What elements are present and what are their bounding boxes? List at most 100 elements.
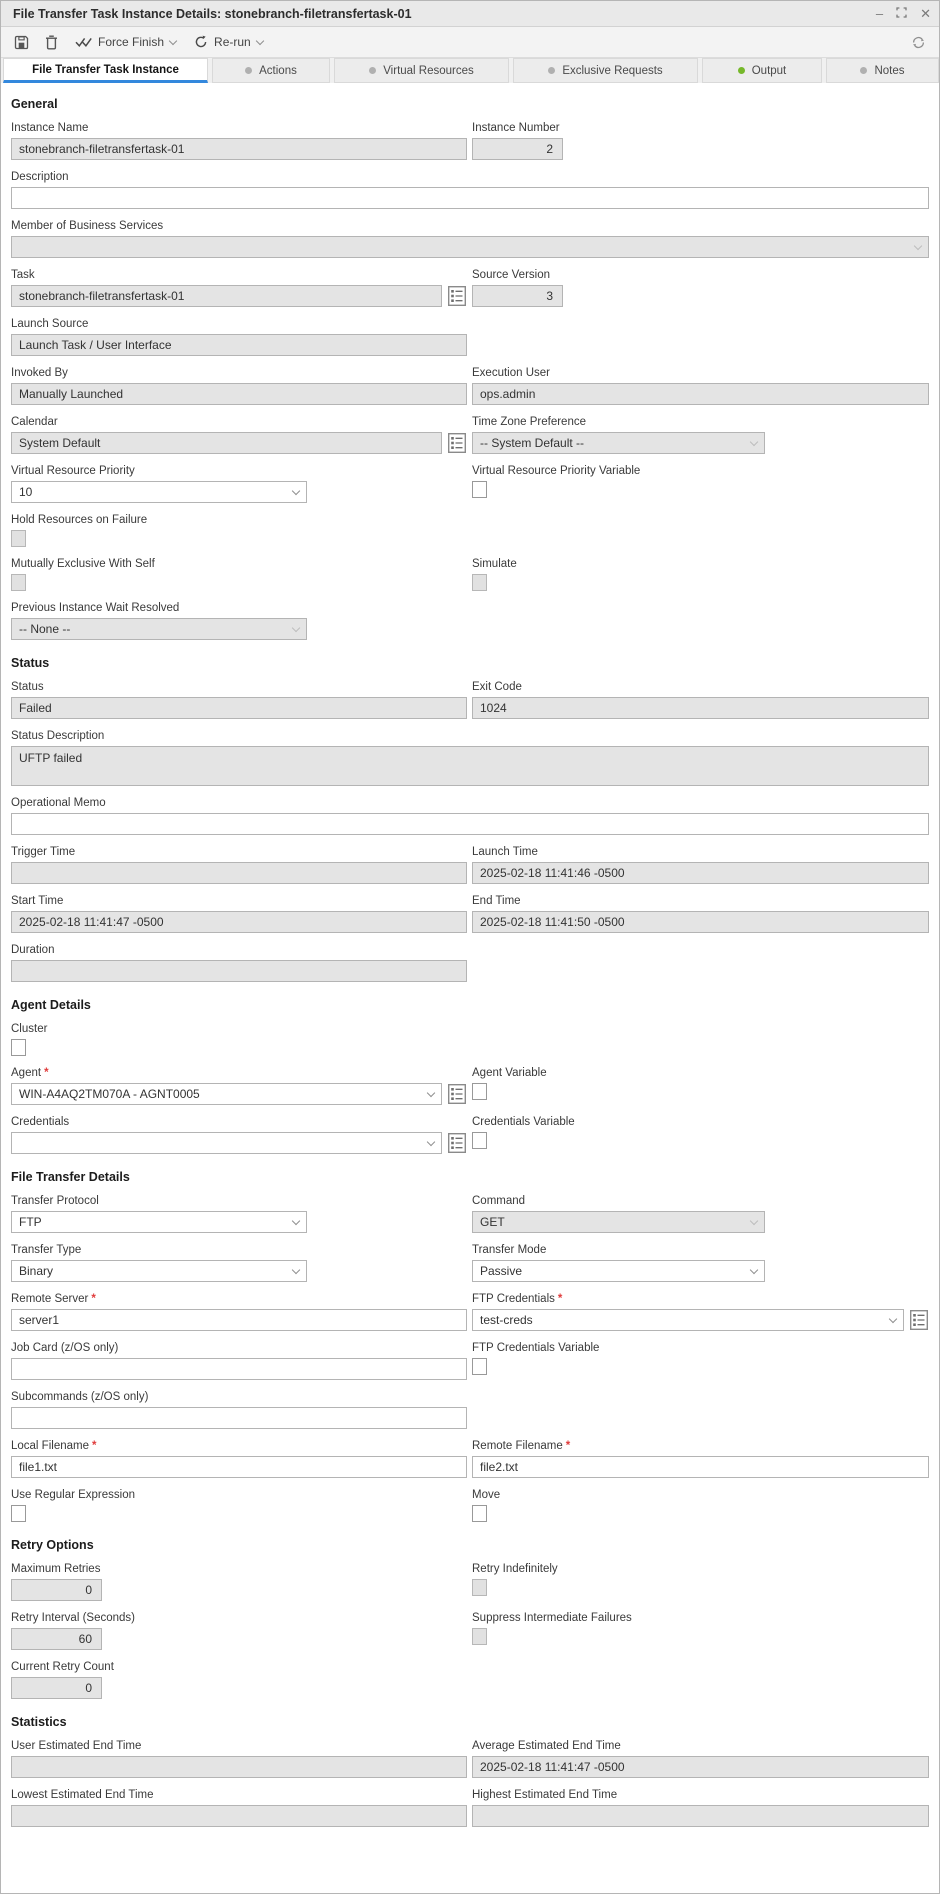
- section-agent-details: Agent Details: [11, 998, 929, 1012]
- virtual-resource-priority-select[interactable]: 10: [11, 481, 307, 503]
- status-dot-icon: [245, 67, 252, 74]
- field-label: Launch Source: [11, 317, 88, 331]
- field-label: Time Zone Preference: [472, 415, 586, 429]
- refresh-button[interactable]: [906, 32, 931, 53]
- local-filename-input[interactable]: [11, 1456, 467, 1478]
- move-checkbox[interactable]: [472, 1505, 487, 1522]
- status-description-field: UFTP failed: [11, 746, 929, 786]
- tab-exclusive-requests[interactable]: Exclusive Requests: [513, 58, 698, 83]
- required-marker: *: [91, 1292, 95, 1306]
- field-label: FTP Credentials: [472, 1292, 555, 1306]
- field-label: Launch Time: [472, 845, 538, 859]
- field-label: Description: [11, 170, 69, 184]
- credentials-select[interactable]: [11, 1132, 442, 1154]
- source-version-field: 3: [472, 285, 563, 307]
- field-label: Transfer Protocol: [11, 1194, 99, 1208]
- delete-button[interactable]: [40, 32, 63, 53]
- exit-code-field: 1024: [472, 697, 929, 719]
- ftp-credentials-details-button[interactable]: [909, 1309, 929, 1331]
- use-regular-expression-checkbox[interactable]: [11, 1505, 26, 1522]
- field-label: Cluster: [11, 1022, 47, 1036]
- required-marker: *: [558, 1292, 562, 1306]
- tab-bar: File Transfer Task Instance Actions Virt…: [1, 58, 939, 83]
- calendar-details-button[interactable]: [447, 432, 467, 454]
- mutually-exclusive-with-self-checkbox: [11, 574, 26, 591]
- execution-user-field: ops.admin: [472, 383, 929, 405]
- remote-server-input[interactable]: [11, 1309, 467, 1331]
- ftp-credentials-variable-checkbox[interactable]: [472, 1358, 487, 1375]
- suppress-intermediate-failures-checkbox: [472, 1628, 487, 1645]
- average-estimated-end-time-field: 2025-02-18 11:41:47 -0500: [472, 1756, 929, 1778]
- retry-indefinitely-checkbox: [472, 1579, 487, 1596]
- close-icon[interactable]: ✕: [920, 7, 931, 20]
- launch-time-field: 2025-02-18 11:41:46 -0500: [472, 862, 929, 884]
- tab-virtual-resources[interactable]: Virtual Resources: [334, 58, 509, 83]
- field-label: Credentials: [11, 1115, 69, 1129]
- field-label: Simulate: [472, 557, 517, 571]
- field-label: Command: [472, 1194, 525, 1208]
- tab-actions[interactable]: Actions: [212, 58, 330, 83]
- job-card-input[interactable]: [11, 1358, 467, 1380]
- retry-interval-field: 60: [11, 1628, 102, 1650]
- field-label: Suppress Intermediate Failures: [472, 1611, 632, 1625]
- invoked-by-field: Manually Launched: [11, 383, 467, 405]
- maximize-icon[interactable]: [896, 7, 907, 20]
- save-button[interactable]: [9, 32, 34, 53]
- field-label: Status Description: [11, 729, 104, 743]
- required-marker: *: [44, 1066, 48, 1080]
- task-details-button[interactable]: [447, 285, 467, 307]
- remote-filename-input[interactable]: [472, 1456, 929, 1478]
- credentials-variable-checkbox[interactable]: [472, 1132, 487, 1149]
- field-label: Mutually Exclusive With Self: [11, 557, 155, 571]
- credentials-details-button[interactable]: [447, 1132, 467, 1154]
- field-label: Calendar: [11, 415, 58, 429]
- member-of-business-services-picker: [11, 236, 929, 258]
- chevron-down-icon: [255, 36, 263, 44]
- status-dot-icon: [548, 67, 555, 74]
- tab-output[interactable]: Output: [702, 58, 822, 83]
- transfer-mode-select[interactable]: Passive: [472, 1260, 765, 1282]
- tab-file-transfer-task-instance[interactable]: File Transfer Task Instance: [3, 58, 208, 83]
- field-label: Credentials Variable: [472, 1115, 575, 1129]
- operational-memo-input[interactable]: [11, 813, 929, 835]
- field-label: Maximum Retries: [11, 1562, 100, 1576]
- force-finish-button[interactable]: Force Finish: [69, 32, 182, 52]
- tab-notes[interactable]: Notes: [826, 58, 939, 83]
- field-label: Source Version: [472, 268, 550, 282]
- rerun-button[interactable]: Re-run: [188, 32, 269, 52]
- field-label: Current Retry Count: [11, 1660, 114, 1674]
- highest-estimated-end-time-field: [472, 1805, 929, 1827]
- lowest-estimated-end-time-field: [11, 1805, 467, 1827]
- field-label: Use Regular Expression: [11, 1488, 135, 1502]
- required-marker: *: [92, 1439, 96, 1453]
- double-check-icon: [75, 36, 92, 48]
- field-label: Virtual Resource Priority Variable: [472, 464, 640, 478]
- duration-field: [11, 960, 467, 982]
- agent-select[interactable]: WIN-A4AQ2TM070A - AGNT0005: [11, 1083, 442, 1105]
- field-label: Highest Estimated End Time: [472, 1788, 617, 1802]
- field-label: Subcommands (z/OS only): [11, 1390, 148, 1404]
- transfer-type-select[interactable]: Binary: [11, 1260, 307, 1282]
- minimize-icon[interactable]: –: [876, 7, 883, 20]
- field-label: FTP Credentials Variable: [472, 1341, 599, 1355]
- section-general: General: [11, 97, 929, 111]
- transfer-protocol-select[interactable]: FTP: [11, 1211, 307, 1233]
- details-list-icon: [448, 433, 466, 453]
- field-label: Start Time: [11, 894, 63, 908]
- field-label: Agent Variable: [472, 1066, 547, 1080]
- output-available-dot-icon: [738, 67, 745, 74]
- field-label: Remote Server: [11, 1292, 88, 1306]
- agent-variable-checkbox[interactable]: [472, 1083, 487, 1100]
- end-time-field: 2025-02-18 11:41:50 -0500: [472, 911, 929, 933]
- field-label: Duration: [11, 943, 54, 957]
- agent-details-button[interactable]: [447, 1083, 467, 1105]
- field-label: Lowest Estimated End Time: [11, 1788, 154, 1802]
- user-estimated-end-time-field: [11, 1756, 467, 1778]
- virtual-resource-priority-variable-checkbox[interactable]: [472, 481, 487, 498]
- ftp-credentials-select[interactable]: test-creds: [472, 1309, 904, 1331]
- cluster-checkbox[interactable]: [11, 1039, 26, 1056]
- field-label: Hold Resources on Failure: [11, 513, 147, 527]
- subcommands-input[interactable]: [11, 1407, 467, 1429]
- description-input[interactable]: [11, 187, 929, 209]
- field-label: Execution User: [472, 366, 550, 380]
